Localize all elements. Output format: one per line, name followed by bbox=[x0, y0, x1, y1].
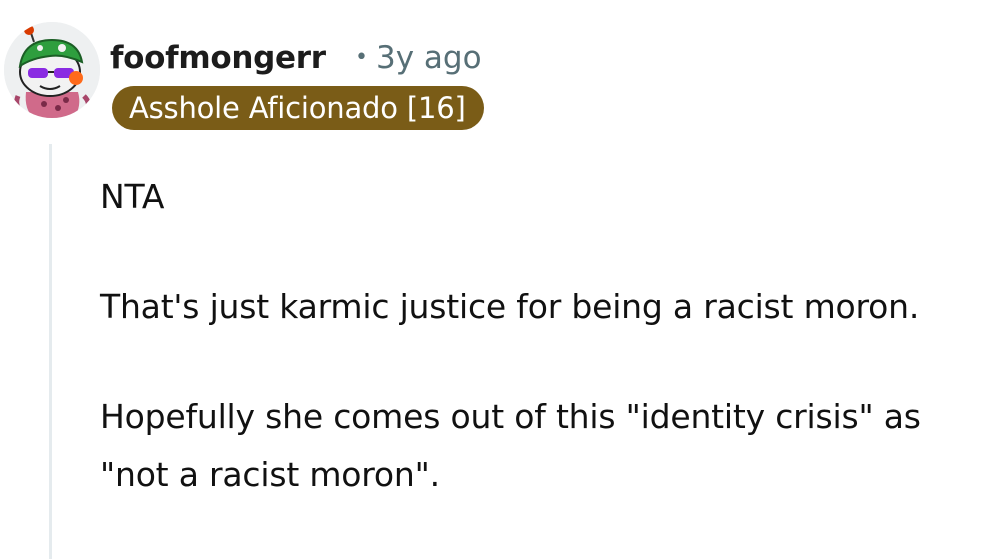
comment-paragraph: That's just karmic justice for being a r… bbox=[100, 287, 920, 326]
comment-body: NTA That's just karmic justice for being… bbox=[100, 168, 990, 556]
avatar[interactable] bbox=[4, 22, 100, 118]
thread-collapse-line[interactable] bbox=[49, 144, 52, 559]
user-flair: Asshole Aficionado [16] bbox=[112, 86, 484, 130]
comment-age[interactable]: 3y ago bbox=[376, 40, 482, 76]
author-username[interactable]: foofmongerr bbox=[110, 38, 326, 78]
meta-separator: • bbox=[355, 45, 368, 70]
comment-meta: • 3y ago bbox=[355, 38, 482, 78]
comment-paragraph: Hopefully she comes out of this "identit… bbox=[100, 397, 921, 494]
snoo-avatar-icon bbox=[4, 22, 100, 118]
comment-paragraph: NTA bbox=[100, 177, 165, 216]
comment: foofmongerr • 3y ago Asshole Aficionado [… bbox=[0, 0, 1004, 559]
